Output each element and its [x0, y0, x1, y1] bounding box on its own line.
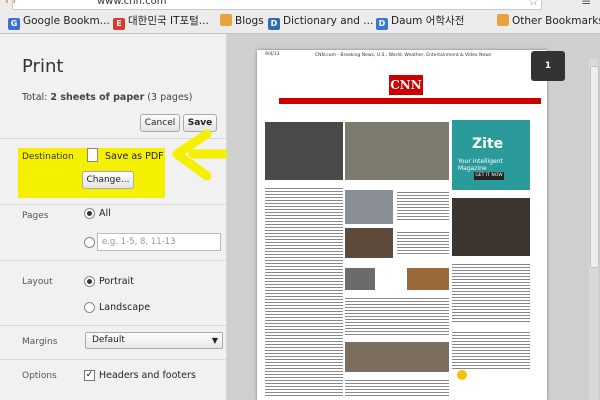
news-photo — [345, 122, 449, 180]
divider — [0, 359, 226, 360]
preview-scrollbar[interactable] — [589, 58, 599, 400]
bookmark-blogs[interactable]: Blogs — [220, 12, 264, 30]
bookmark-it-portal[interactable]: E 대한민국 IT포털... — [113, 12, 209, 30]
ad-brand: Zite — [472, 136, 504, 152]
bookmark-dictionary[interactable]: D Dictionary and ... — [268, 12, 373, 30]
browser-toolbar: ‹ › www.cnn.com ☆ ≡ G Google Bookm... E 대한… — [0, 0, 600, 34]
news-photo — [265, 122, 343, 180]
layout-label: Layout — [22, 277, 53, 287]
news-photo — [407, 268, 449, 290]
total-pages: (3 pages) — [147, 92, 193, 103]
destination-label: Destination — [22, 152, 74, 162]
landscape-radio[interactable] — [84, 302, 95, 313]
page-header-title: CNN.com - Breaking News, U.S., World, We… — [315, 53, 492, 58]
daum-icon: D — [376, 18, 388, 30]
preview-page: 9/4/13 CNN.com - Breaking News, U.S., Wo… — [257, 50, 547, 400]
bookmark-label: Other Bookmarks — [512, 15, 600, 27]
bookmark-label: Daum 어학사전 — [391, 15, 465, 27]
bookmark-daum[interactable]: D Daum 어학사전 — [376, 12, 464, 30]
story-text — [345, 296, 449, 336]
pages-all-label: All — [99, 208, 111, 219]
portrait-label: Portrait — [99, 276, 134, 287]
pages-custom-radio[interactable] — [84, 237, 95, 248]
landscape-label: Landscape — [99, 302, 151, 313]
margins-label: Margins — [22, 337, 58, 347]
divider — [0, 260, 226, 261]
chevron-down-icon: ▼ — [211, 336, 218, 345]
story-text — [397, 190, 449, 220]
folder-icon — [497, 14, 509, 26]
menu-icon[interactable]: ≡ — [581, 0, 591, 8]
page-number-badge: 1 — [531, 51, 565, 81]
total-prefix: Total: — [22, 92, 48, 103]
news-photo — [345, 228, 393, 258]
markets-table — [452, 262, 530, 322]
bookmark-google[interactable]: G Google Bookm... — [8, 12, 110, 30]
site-navbar — [279, 98, 541, 104]
headline-list — [265, 186, 343, 396]
dictionary-icon: D — [268, 18, 280, 30]
e-portal-icon: E — [113, 18, 125, 30]
margins-value: Default — [92, 335, 125, 345]
sun-icon — [457, 370, 467, 380]
star-icon[interactable]: ☆ — [528, 0, 539, 8]
pages-input[interactable]: e.g. 1-5, 8, 11-13 — [97, 233, 221, 251]
story-text — [345, 378, 449, 398]
zite-ad: Zite Your intelligent Magazine GET IT NO… — [452, 120, 530, 190]
bookmark-label: Blogs — [235, 15, 264, 27]
divider — [0, 325, 226, 326]
destination-value: Save as PDF — [105, 151, 164, 162]
headers-footers-checkbox[interactable]: ✓ — [84, 370, 95, 381]
weather-widget — [452, 330, 530, 370]
margins-select[interactable]: Default ▼ — [85, 332, 223, 349]
bookmark-other[interactable]: Other Bookmarks — [497, 12, 600, 30]
scrollbar-thumb[interactable] — [590, 66, 599, 268]
options-label: Options — [22, 371, 57, 381]
total-sheets: Total: 2 sheets of paper (3 pages) — [22, 92, 192, 103]
address-bar[interactable]: ‹ › www.cnn.com — [5, 0, 542, 10]
pages-all-radio[interactable] — [84, 208, 95, 219]
print-settings-panel: Print Total: 2 sheets of paper (3 pages)… — [0, 34, 227, 400]
page-header-date: 9/4/13 — [265, 52, 280, 57]
news-photo — [345, 268, 375, 290]
bookmark-label: Google Bookm... — [23, 15, 110, 27]
folder-icon — [220, 14, 232, 26]
bookmark-label: Dictionary and ... — [283, 15, 374, 27]
page-title: Print — [22, 56, 64, 77]
story-text — [397, 230, 449, 256]
url-text: www.cnn.com — [97, 0, 167, 7]
total-sheets-count: 2 sheets of paper — [50, 92, 145, 103]
divider — [0, 204, 226, 205]
pages-label: Pages — [22, 211, 49, 221]
cnn-logo: CNN — [389, 75, 423, 95]
ad-button: GET IT NOW — [474, 172, 504, 180]
headers-footers-label: Headers and footers — [99, 370, 196, 381]
ad-tagline: Your intelligent Magazine — [458, 158, 503, 172]
back-icon[interactable]: ‹ › — [5, 0, 16, 9]
video-thumbnail — [452, 198, 530, 256]
google-icon: G — [8, 18, 20, 30]
news-photo — [345, 342, 449, 372]
portrait-radio[interactable] — [84, 276, 95, 287]
news-photo — [345, 190, 393, 224]
change-destination-button[interactable]: Change... — [82, 171, 134, 189]
pdf-file-icon — [87, 148, 98, 162]
bookmark-label: 대한민국 IT포털... — [128, 15, 209, 27]
